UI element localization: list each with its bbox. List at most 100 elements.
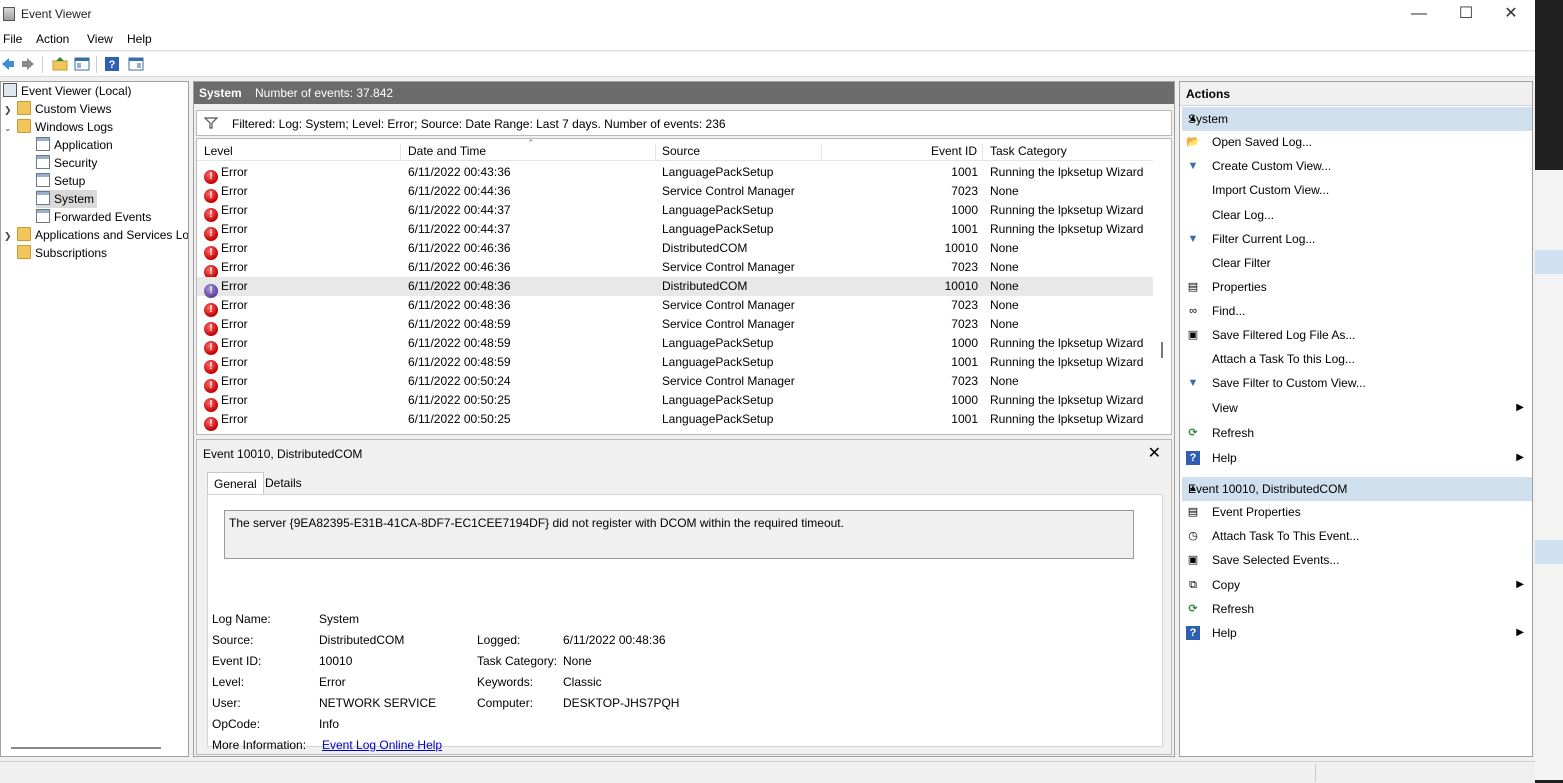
action-copy[interactable]: ⧉ Copy ▶ xyxy=(1186,574,1526,596)
tree-node-custom-views[interactable]: Custom Views xyxy=(17,100,111,118)
action-label: Clear Filter xyxy=(1212,256,1271,270)
cell-level: ! Error xyxy=(204,182,248,203)
tree-node-windows-logs[interactable]: Windows Logs xyxy=(17,118,113,136)
action-save-filter-to-custom-view[interactable]: ▼ Save Filter to Custom View... xyxy=(1186,372,1526,394)
action-label: Save Selected Events... xyxy=(1212,553,1340,567)
tree-horizontal-scrollbar[interactable] xyxy=(11,747,161,749)
help-icon: ? xyxy=(1186,451,1200,465)
action-label: Clear Log... xyxy=(1212,208,1275,222)
collapse-up-icon[interactable]: ▲ xyxy=(1188,113,1524,124)
close-window-button[interactable]: ✕ xyxy=(1489,2,1533,26)
action-help[interactable]: ? Help ▶ xyxy=(1186,447,1526,469)
tree-node-system[interactable]: System xyxy=(36,190,98,208)
chevron-right-icon[interactable]: ❯ xyxy=(4,231,12,242)
tree-node-application[interactable]: Application xyxy=(36,136,113,154)
value-source: DistributedCOM xyxy=(319,633,405,647)
minimize-button[interactable]: — xyxy=(1397,2,1441,26)
value-user: NETWORK SERVICE xyxy=(319,696,437,710)
cell-task-category: None xyxy=(990,260,1019,274)
menu-file[interactable]: File xyxy=(3,32,22,46)
action-attach-a-task-to-this-log[interactable]: Attach a Task To this Log... xyxy=(1186,348,1526,370)
background-window-band xyxy=(1535,250,1563,274)
tree-node-subscriptions[interactable]: Subscriptions xyxy=(17,244,107,262)
column-header-task-category[interactable]: Task Category xyxy=(990,144,1150,161)
action-filter-current-log[interactable]: ▼ Filter Current Log... xyxy=(1186,228,1526,250)
table-row[interactable]: ! Error 6/11/2022 00:48:59 LanguagePackSetu… xyxy=(197,353,1153,374)
cell-level: ! Error xyxy=(204,220,248,241)
tree-node-security[interactable]: Security xyxy=(36,154,97,172)
label-level: Level: xyxy=(212,675,245,689)
cell-event-id: 1000 xyxy=(951,203,978,217)
maximize-button[interactable]: ☐ xyxy=(1444,2,1488,26)
back-arrow-icon[interactable] xyxy=(0,56,16,72)
cell-event-id: 1001 xyxy=(951,412,978,426)
table-row[interactable]: ! Error 6/11/2022 00:50:24 Service Control … xyxy=(197,372,1153,393)
close-detail-icon[interactable]: ✕ xyxy=(1148,443,1161,463)
table-row[interactable]: ! Error 6/11/2022 00:50:25 LanguagePackSetu… xyxy=(197,391,1153,412)
event-description[interactable]: The server {9EA82395-E31B-41CA-8DF7-EC1C… xyxy=(224,510,1134,559)
tree-node-setup[interactable]: Setup xyxy=(36,172,85,190)
tree-node-apps-services[interactable]: Applications and Services Lo xyxy=(17,226,188,244)
tab-details[interactable]: Details xyxy=(259,472,308,494)
table-vertical-scrollbar[interactable] xyxy=(1153,139,1171,434)
table-row[interactable]: ! Error 6/11/2022 00:44:37 LanguagePackSetu… xyxy=(197,220,1153,241)
log-icon xyxy=(36,209,50,223)
action-properties[interactable]: ▤ Properties xyxy=(1186,276,1526,298)
action-save-filtered-log-file-as[interactable]: ▣ Save Filtered Log File As... xyxy=(1186,324,1526,346)
table-row[interactable]: ! Error 6/11/2022 00:46:36 DistributedCOM 10… xyxy=(197,239,1153,260)
action-view[interactable]: View ▶ xyxy=(1186,397,1526,419)
action-help[interactable]: ? Help ▶ xyxy=(1186,622,1526,644)
table-row[interactable]: ! Error 6/11/2022 00:50:25 LanguagePackSetu… xyxy=(197,410,1153,431)
scrollbar-thumb[interactable] xyxy=(1161,342,1163,358)
cell-level: ! Error xyxy=(204,315,248,336)
menu-view[interactable]: View xyxy=(87,32,113,46)
cell-level: ! Error xyxy=(204,391,248,412)
column-header-event-id[interactable]: Event ID xyxy=(823,144,983,161)
table-row[interactable]: ! Error 6/11/2022 00:46:36 Service Control … xyxy=(197,258,1153,279)
table-row[interactable]: ! Error 6/11/2022 00:44:36 Service Control … xyxy=(197,182,1153,203)
action-create-custom-view[interactable]: ▼ Create Custom View... xyxy=(1186,155,1526,177)
column-header-level[interactable]: Level xyxy=(204,144,401,161)
show-hide-action-pane-icon[interactable] xyxy=(128,56,144,72)
table-row[interactable]: ! Error 6/11/2022 00:48:59 LanguagePackSetu… xyxy=(197,334,1153,355)
menu-help[interactable]: Help xyxy=(127,32,152,46)
menu-action[interactable]: Action xyxy=(36,32,69,46)
action-refresh[interactable]: ⟳ Refresh xyxy=(1186,598,1526,620)
help-icon[interactable]: ? xyxy=(104,56,120,72)
folder-icon xyxy=(17,101,31,115)
table-row[interactable]: ! Error 6/11/2022 00:48:59 Service Control … xyxy=(197,315,1153,336)
tab-general[interactable]: General xyxy=(207,472,264,494)
column-header-source[interactable]: Source xyxy=(662,144,822,161)
value-keywords: Classic xyxy=(563,675,602,689)
chevron-down-icon[interactable]: ⌄ xyxy=(4,123,12,134)
action-find[interactable]: ∞ Find... xyxy=(1186,300,1526,322)
action-save-selected-events[interactable]: ▣ Save Selected Events... xyxy=(1186,549,1526,571)
actions-section-system[interactable]: System ▲ xyxy=(1182,107,1532,131)
up-folder-icon[interactable] xyxy=(52,56,68,72)
forward-arrow-icon[interactable] xyxy=(20,56,36,72)
action-import-custom-view[interactable]: Import Custom View... xyxy=(1186,179,1526,201)
action-refresh[interactable]: ⟳ Refresh xyxy=(1186,422,1526,444)
action-open-saved-log[interactable]: 📂 Open Saved Log... xyxy=(1186,131,1526,153)
actions-section-event[interactable]: Event 10010, DistributedCOM ▲ xyxy=(1182,477,1532,501)
cell-task-category: Running the lpksetup Wizard xyxy=(990,355,1144,369)
action-event-properties[interactable]: ▤ Event Properties xyxy=(1186,501,1526,523)
level-text: Error xyxy=(221,222,248,236)
action-attach-task-to-this-event[interactable]: ◷ Attach Task To This Event... xyxy=(1186,525,1526,547)
action-clear-filter[interactable]: Clear Filter xyxy=(1186,252,1526,274)
table-row[interactable]: ! Error 6/11/2022 00:43:36 LanguagePackSetu… xyxy=(197,163,1153,184)
tree-node-root[interactable]: Event Viewer (Local) xyxy=(3,82,132,100)
event-log-online-help-link[interactable]: Event Log Online Help xyxy=(322,738,442,752)
event-count: Number of events: 37.842 xyxy=(255,86,394,100)
status-bar xyxy=(0,761,1535,783)
show-hide-tree-icon[interactable] xyxy=(74,56,90,72)
action-clear-log[interactable]: Clear Log... xyxy=(1186,204,1526,226)
table-row[interactable]: ! Error 6/11/2022 00:48:36 Service Control … xyxy=(197,296,1153,317)
collapse-up-icon[interactable]: ▲ xyxy=(1188,483,1524,494)
submenu-arrow-icon: ▶ xyxy=(1516,452,1524,463)
table-row[interactable]: ! Error 6/11/2022 00:44:37 LanguagePackSetu… xyxy=(197,201,1153,222)
tree-node-forwarded-events[interactable]: Forwarded Events xyxy=(36,208,151,226)
cell-source: LanguagePackSetup xyxy=(662,393,774,407)
table-row[interactable]: ! Error 6/11/2022 00:48:36 DistributedCOM 10… xyxy=(197,277,1153,298)
chevron-right-icon[interactable]: ❯ xyxy=(4,105,12,116)
